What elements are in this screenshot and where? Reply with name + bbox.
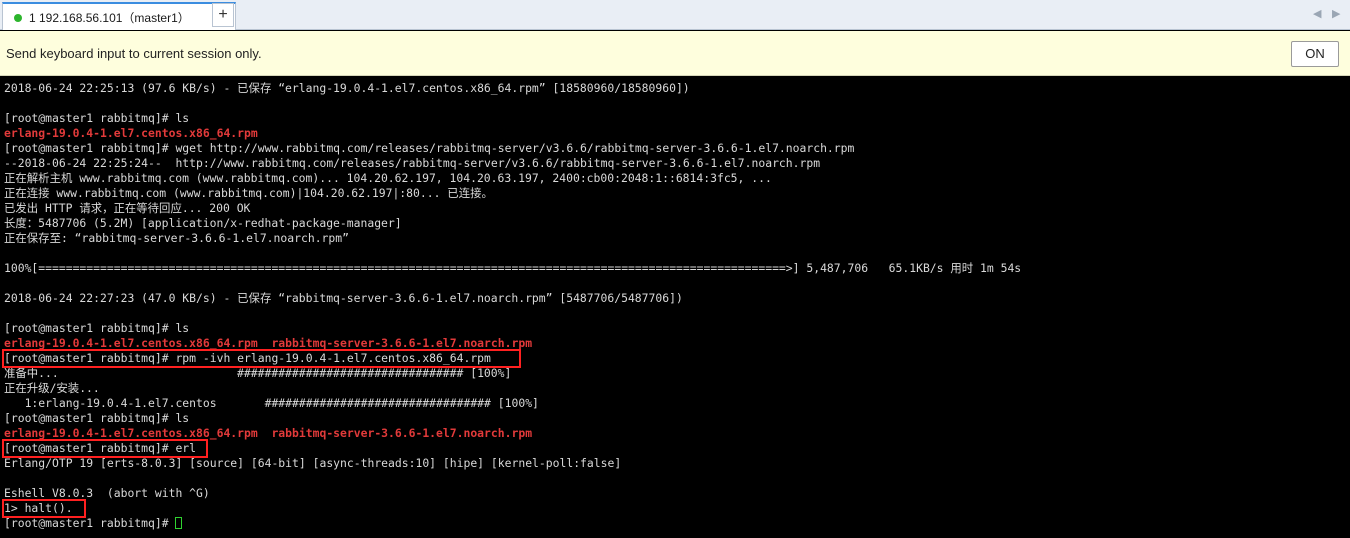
tab-scroll-left-icon[interactable]: ◀ [1313,7,1321,20]
tab-scroll-right-icon[interactable]: ▶ [1332,7,1340,20]
terminal-line: 正在解析主机 www.rabbitmq.com (www.rabbitmq.co… [4,171,772,185]
terminal-line: 准备中... #################################… [4,366,512,380]
terminal-prompt: [root@master1 rabbitmq]# [4,516,176,530]
terminal-line: [root@master1 rabbitmq]# ls [4,321,190,335]
terminal-line: 正在升级/安装... [4,381,100,395]
terminal-prompt-line[interactable]: [root@master1 rabbitmq]# [4,516,183,531]
terminal-output[interactable]: 2018-06-24 22:25:13 (97.6 KB/s) - 已保存 “e… [0,76,1350,538]
terminal-line: Erlang/OTP 19 [erts-8.0.3] [source] [64-… [4,456,622,470]
highlight-box-rpm-install [2,349,521,368]
session-tab-bar: 1 192.168.56.101（master1） + ◀ ▶ [0,0,1350,30]
download-progress-line: 100%[===================================… [4,261,1022,275]
session-tab[interactable]: 1 192.168.56.101（master1） [2,2,236,30]
terminal-line: 正在保存至: “rabbitmq-server-3.6.6-1.el7.noar… [4,231,349,245]
send-input-notice-bar: Send keyboard input to current session o… [0,31,1350,76]
terminal-line: [root@master1 rabbitmq]# wget http://www… [4,141,855,155]
terminal-line: 已发出 HTTP 请求，正在等待回应... 200 OK [4,201,251,215]
highlight-box-halt [2,499,86,518]
terminal-line: 2018-06-24 22:25:13 (97.6 KB/s) - 已保存 “e… [4,81,690,95]
terminal-line: --2018-06-24 22:25:24-- http://www.rabbi… [4,156,821,170]
highlight-box-erl [2,439,208,458]
notice-message: Send keyboard input to current session o… [6,46,262,61]
session-tab-title: 1 192.168.56.101（master1） [29,11,190,25]
connection-status-icon [14,14,22,22]
cursor-icon [175,517,183,529]
terminal-line: 2018-06-24 22:27:23 (47.0 KB/s) - 已保存 “r… [4,291,683,305]
terminal-line: 长度：5487706 (5.2M) [application/x-redhat-… [4,216,402,230]
terminal-line: 1:erlang-19.0.4-1.el7.centos ###########… [4,396,539,410]
new-tab-button[interactable]: + [212,3,234,27]
send-input-on-button[interactable]: ON [1291,41,1339,67]
terminal-line: [root@master1 rabbitmq]# ls [4,411,190,425]
terminal-line: [root@master1 rabbitmq]# ls [4,111,190,125]
terminal-line: 正在连接 www.rabbitmq.com (www.rabbitmq.com)… [4,186,493,200]
terminal-line-file: erlang-19.0.4-1.el7.centos.x86_64.rpm [4,126,258,140]
